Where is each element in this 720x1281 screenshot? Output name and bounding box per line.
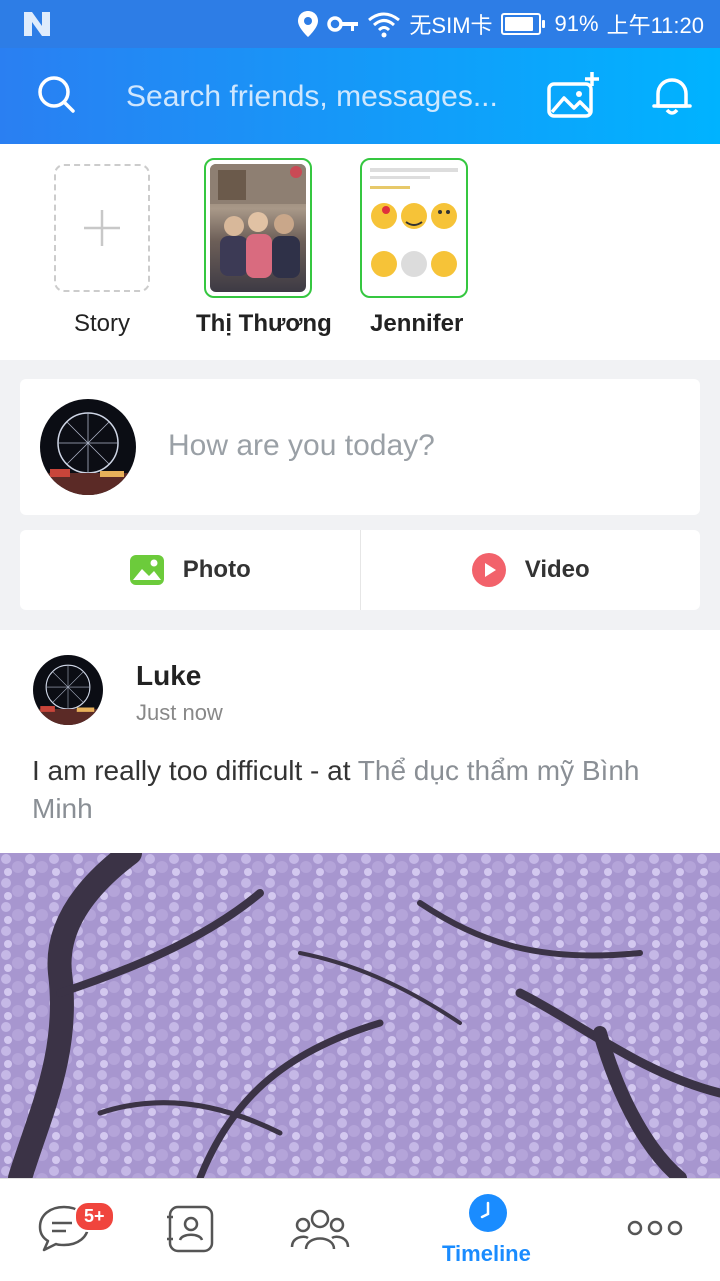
story-photo (210, 164, 306, 292)
photo-button[interactable]: Photo (20, 530, 360, 610)
status-bar: 无SIM卡 91% 上午11:20 (0, 0, 720, 48)
story-label-jennifer: Jennifer (370, 310, 464, 337)
photo-label: Photo (182, 556, 251, 583)
bottom-navigation: 5+ Timeline (0, 1178, 720, 1281)
story-thumbnail[interactable] (360, 158, 468, 298)
story-emoji-screenshot (366, 164, 462, 292)
nav-groups[interactable] (290, 1179, 350, 1281)
my-avatar[interactable] (40, 399, 136, 495)
post-text: I am really too difficult - at (32, 755, 358, 786)
contacts-icon (167, 1205, 214, 1253)
add-story-button[interactable] (54, 164, 166, 292)
composer-prompt[interactable]: How are you today? (168, 429, 435, 463)
nav-more[interactable] (626, 1179, 686, 1281)
photo-icon (129, 555, 164, 585)
story-item-thi-thuong[interactable] (204, 158, 316, 298)
nav-contacts[interactable] (166, 1179, 218, 1281)
story-label-thi-thuong: Thị Thương (196, 310, 332, 337)
video-play-icon (471, 553, 506, 587)
video-label: Video (524, 556, 590, 583)
more-dots-icon (627, 1220, 683, 1236)
status-composer[interactable]: How are you today? (20, 379, 700, 515)
group-icon (290, 1209, 350, 1250)
feed-post: Luke Just now I am really too difficult … (0, 630, 720, 1190)
carrier-text: 无SIM卡 (409, 13, 493, 38)
timeline-clock-icon (469, 1194, 507, 1232)
story-thumbnail[interactable] (204, 158, 312, 298)
post-body: I am really too difficult - at Thể dục t… (32, 752, 692, 828)
stories-bar: Story Thị Thương Jennifer (0, 144, 720, 360)
post-timestamp: Just now (136, 700, 223, 725)
battery-icon (500, 13, 545, 35)
search-input[interactable] (124, 72, 528, 122)
search-icon[interactable] (36, 74, 76, 114)
battery-fill (504, 17, 534, 31)
post-author-name[interactable]: Luke (136, 660, 201, 692)
video-button[interactable]: Video (361, 530, 701, 610)
app-header (0, 48, 720, 144)
wifi-icon (368, 12, 401, 38)
story-label-add: Story (74, 310, 131, 337)
unread-badge: 5+ (74, 1201, 115, 1232)
location-icon (298, 11, 319, 37)
n-logo-icon (22, 10, 52, 45)
post-author-avatar[interactable] (33, 655, 103, 725)
battery-percent: 91% (554, 11, 599, 36)
clock: 上午11:20 (606, 13, 704, 38)
notification-bell-icon[interactable] (650, 74, 694, 118)
timeline-label: Timeline (442, 1241, 531, 1266)
nav-timeline[interactable]: Timeline (436, 1179, 540, 1281)
nav-messages[interactable]: 5+ (36, 1179, 115, 1281)
add-photo-icon[interactable] (546, 70, 602, 122)
post-image[interactable] (0, 841, 720, 1190)
story-item-jennifer[interactable] (360, 158, 472, 298)
add-story-tile[interactable] (54, 164, 150, 292)
media-actions: Photo Video (20, 530, 700, 610)
key-icon (327, 16, 359, 32)
plus-icon (84, 210, 120, 246)
